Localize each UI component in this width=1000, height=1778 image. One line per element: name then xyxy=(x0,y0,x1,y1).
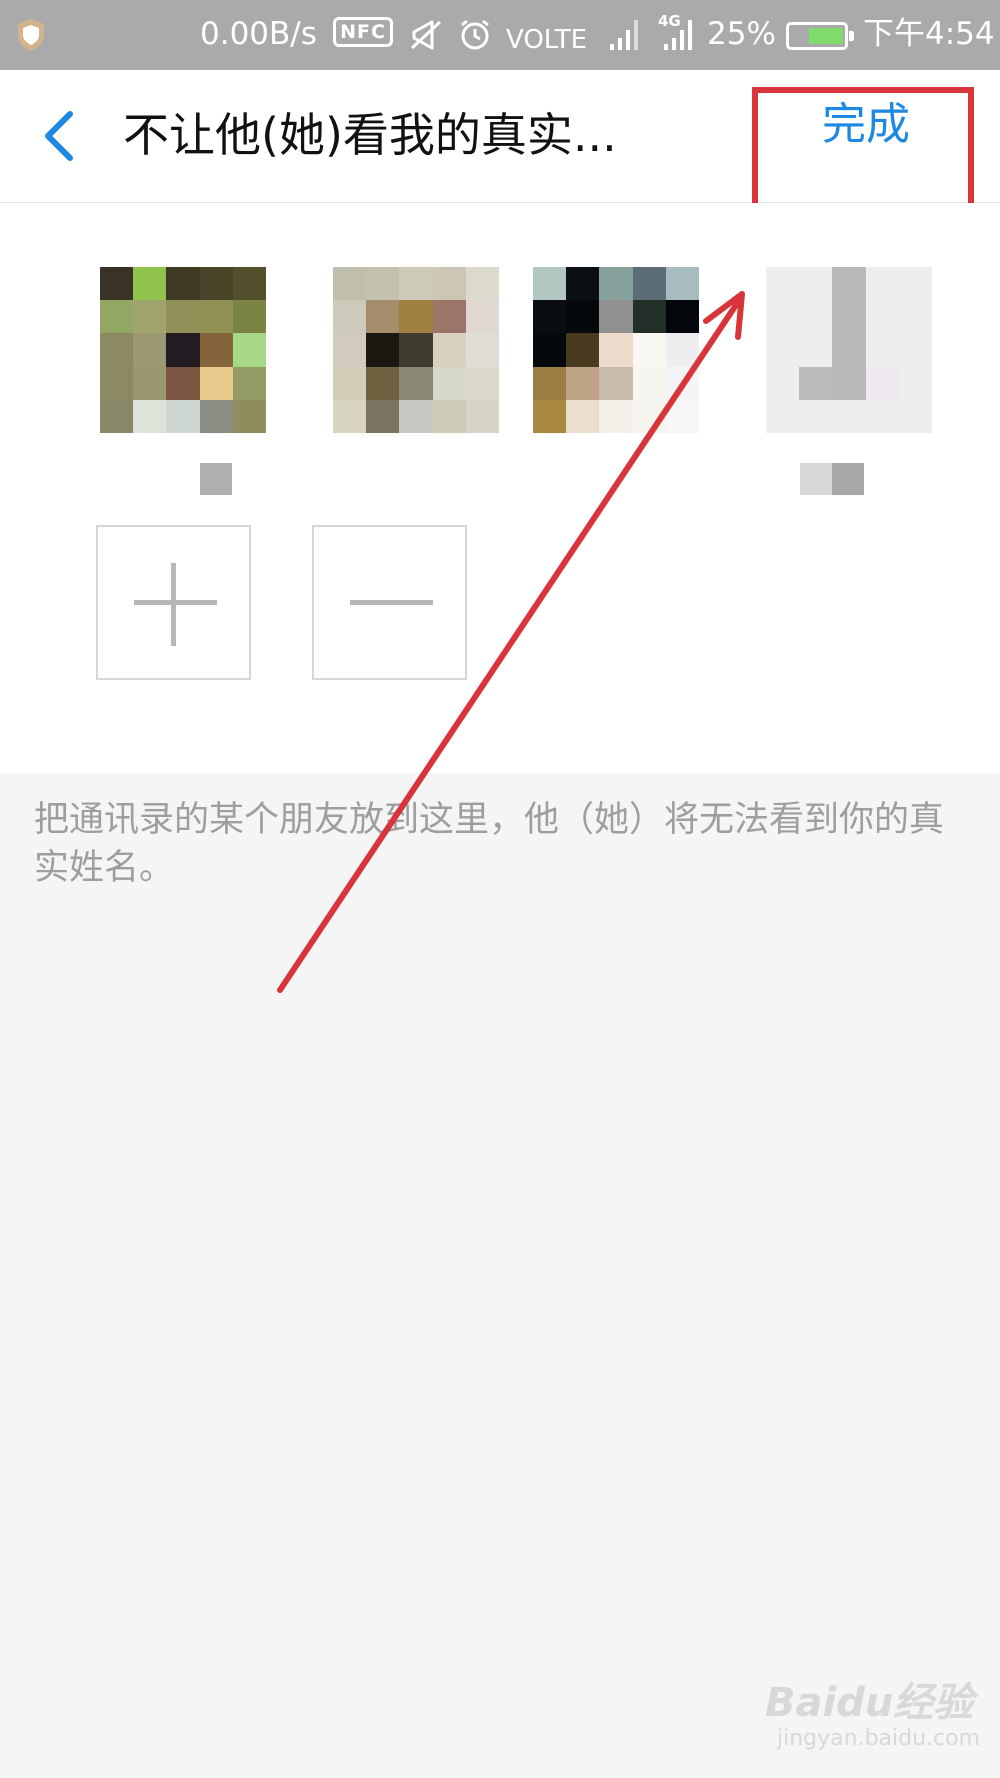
avatar xyxy=(766,267,932,433)
back-arrow-icon[interactable] xyxy=(36,106,86,166)
member-3[interactable] xyxy=(533,267,699,507)
battery-percent: 25% xyxy=(707,16,776,52)
hint-text: 把通讯录的某个朋友放到这里，他（她）将无法看到你的真实姓名。 xyxy=(34,800,945,888)
shield-icon xyxy=(18,19,44,51)
clock: 下午4:54 xyxy=(863,16,995,52)
signal-icon xyxy=(610,20,638,50)
member-2[interactable] xyxy=(333,267,499,507)
network-speed: 0.00B/s xyxy=(200,16,317,52)
avatar xyxy=(100,267,266,433)
app-bar: 不让他(她)看我的真实... 完成 xyxy=(0,70,1000,203)
remove-member-button[interactable] xyxy=(312,525,467,680)
alarm-icon xyxy=(461,19,489,50)
member-name-redacted xyxy=(200,463,232,495)
vibrate-silent-icon xyxy=(410,20,442,50)
battery-icon xyxy=(786,22,854,50)
watermark-brand: Baidu经验 xyxy=(765,1680,974,1726)
minus-icon xyxy=(350,600,433,605)
nfc-indicator: NFC xyxy=(333,17,393,47)
watermark: Baidu经验 jingyan.baidu.com xyxy=(765,1660,980,1770)
done-button[interactable]: 完成 xyxy=(760,70,972,202)
watermark-url: jingyan.baidu.com xyxy=(777,1726,981,1751)
member-name-redacted xyxy=(800,463,864,495)
page-title: 不让他(她)看我的真实... xyxy=(123,108,617,162)
signal-4g-icon xyxy=(664,20,692,50)
avatar xyxy=(333,267,499,433)
hidden-contacts-panel xyxy=(0,203,1000,773)
avatar xyxy=(533,267,699,433)
member-1[interactable] xyxy=(100,267,266,507)
add-member-button[interactable] xyxy=(96,525,251,680)
volte-indicator: VOLTE xyxy=(506,25,588,55)
status-bar: 0.00B/s NFC VOLTE 4G 25% 下午4:54 xyxy=(0,0,1000,70)
member-4[interactable] xyxy=(766,267,932,507)
